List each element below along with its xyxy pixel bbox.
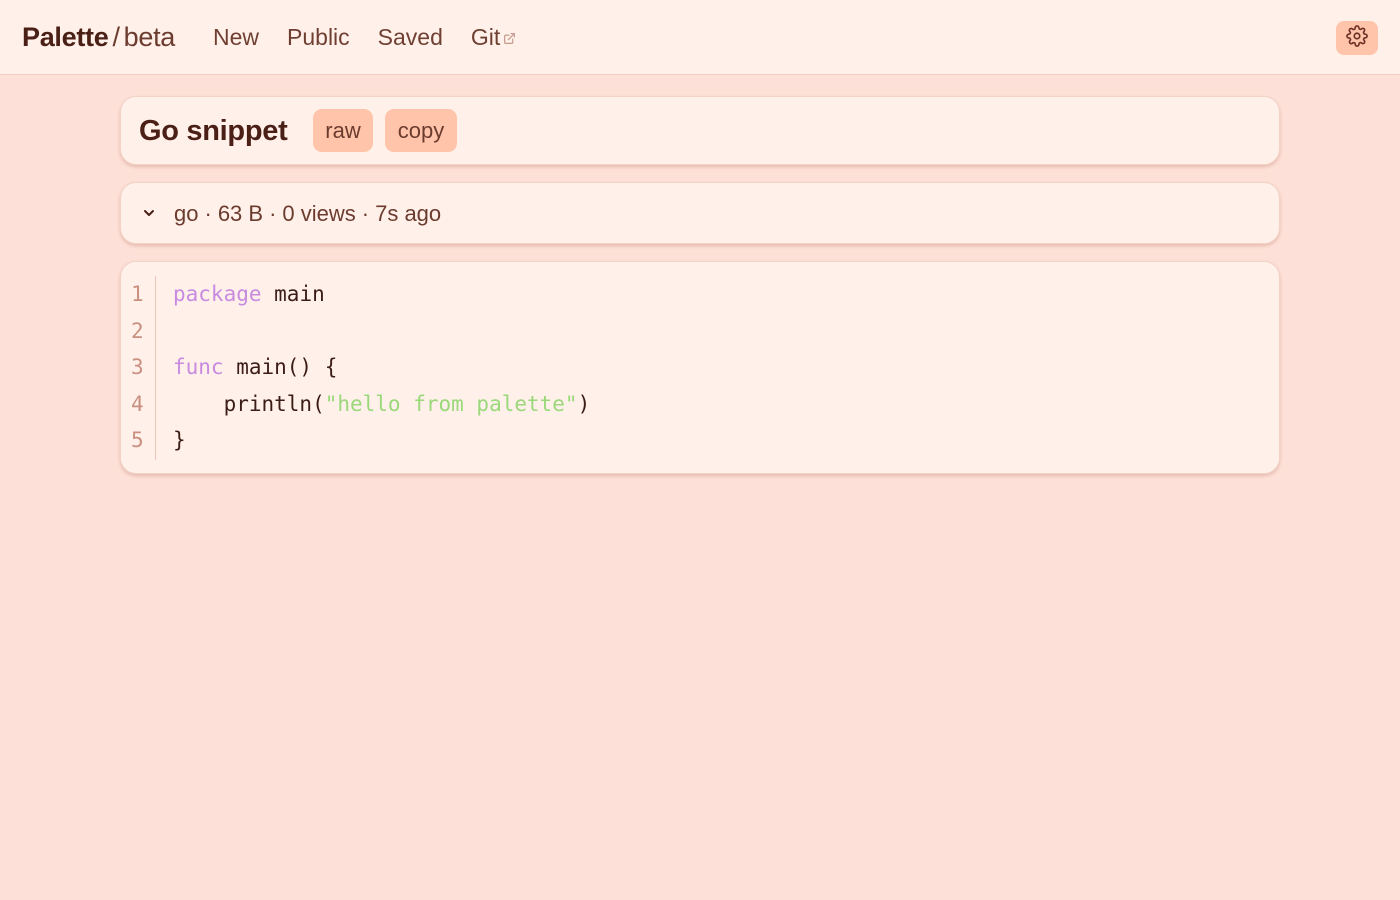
meta-age: 7s ago <box>375 201 442 226</box>
raw-button[interactable]: raw <box>313 109 373 152</box>
code-text: main <box>261 282 325 306</box>
meta-size: 63 B <box>217 201 264 226</box>
snippet-meta-card: go · 63 B · 0 views · 7s ago <box>120 182 1280 244</box>
code-keyword: package <box>173 282 262 306</box>
code-text: main() { <box>223 355 338 380</box>
snippet-header-card: Go snippet raw copy <box>120 96 1280 165</box>
meta-views: 0 views <box>282 201 356 226</box>
nav-link-saved[interactable]: Saved <box>378 24 443 51</box>
settings-button[interactable] <box>1336 21 1378 55</box>
gear-icon <box>1346 24 1368 52</box>
snippet-title: Go snippet <box>139 115 288 147</box>
snippet-meta: go · 63 B · 0 views · 7s ago <box>174 201 441 227</box>
meta-separator: · <box>204 201 212 226</box>
code-line: println("hello from palette") <box>173 386 591 423</box>
main-nav: New Public Saved Git <box>213 24 544 51</box>
brand-sub: beta <box>123 22 176 52</box>
nav-link-new[interactable]: New <box>213 24 259 51</box>
external-link-icon <box>503 24 516 51</box>
line-number-gutter: 1 2 3 4 5 <box>121 276 156 460</box>
chevron-down-icon[interactable] <box>141 205 157 226</box>
line-number: 4 <box>131 391 144 416</box>
nav-link-git-label: Git <box>470 24 501 50</box>
code-text: println( <box>173 391 325 416</box>
copy-button[interactable]: copy <box>385 109 457 152</box>
code-line: } <box>173 428 186 453</box>
code-keyword: func <box>173 355 224 380</box>
brand-separator: / <box>112 22 120 52</box>
code-card: 1 2 3 4 5 package main func main() { pri… <box>120 261 1280 474</box>
brand[interactable]: Palette / beta <box>22 21 175 53</box>
meta-separator: · <box>361 201 370 226</box>
code-line: func main() { <box>173 349 337 386</box>
brand-name: Palette <box>22 22 109 52</box>
meta-language: go <box>174 201 199 226</box>
code-string: "hello from palette" <box>324 391 578 416</box>
code-line: package main <box>173 276 325 313</box>
nav-link-public[interactable]: Public <box>287 24 350 51</box>
line-number: 2 <box>131 318 144 343</box>
line-number: 5 <box>131 428 144 453</box>
meta-separator: · <box>269 201 277 226</box>
line-number: 3 <box>131 355 144 380</box>
line-number: 1 <box>131 282 144 306</box>
code-text: ) <box>577 391 591 416</box>
top-navigation-bar: Palette / beta New Public Saved Git <box>0 0 1400 75</box>
nav-link-git[interactable]: Git <box>471 24 516 51</box>
